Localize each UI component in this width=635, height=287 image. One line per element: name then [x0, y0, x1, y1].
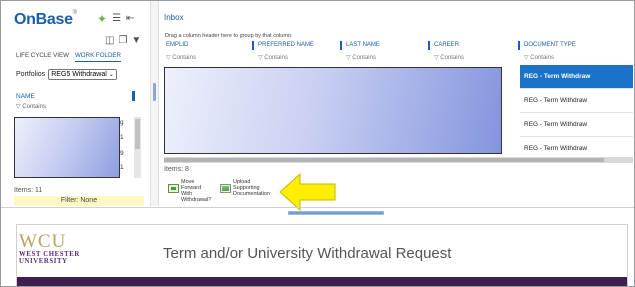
column-label: LAST NAME [346, 42, 380, 48]
onbase-logo: OnBase® [14, 9, 77, 28]
tab-work-folder[interactable]: WORK FOLDER [74, 52, 122, 62]
action-label: Move Forward With Withdrawal? [181, 179, 212, 203]
column-filter[interactable]: ▽ Contains [258, 54, 288, 61]
column-label: PREFERRED NAME [258, 42, 315, 48]
column-label: DOCUMENT TYPE [524, 42, 576, 48]
wcu-logo: WCU WEST CHESTER UNIVERSITY [19, 231, 85, 267]
name-column-header[interactable]: NAME [16, 93, 35, 100]
move-forward-button[interactable]: Move Forward With Withdrawal? [168, 179, 211, 203]
copy-icon[interactable]: ❐ [118, 36, 127, 46]
column-resize-handle[interactable] [132, 91, 135, 101]
inbox-title: Inbox [164, 13, 184, 22]
column-last-name[interactable]: LAST NAME ▽ Contains [340, 40, 428, 64]
tab-life-cycle-view[interactable]: LIFE CYCLE VIEW [16, 52, 69, 62]
form-title: Term and/or University Withdrawal Reques… [163, 245, 452, 262]
work-folder-list-placeholder[interactable] [14, 117, 120, 178]
filter-status: Filter: None [14, 196, 144, 206]
list-menu-icon[interactable]: ☰ [112, 14, 121, 24]
portfolios-label: Portfolios [16, 71, 46, 78]
new-sparkle-icon[interactable]: ✦ [97, 13, 107, 25]
loading-progress-bar [288, 211, 384, 215]
upload-image-icon [220, 184, 231, 193]
portfolio-select[interactable]: REG5 Withdrawal ⌄ [48, 69, 117, 80]
top-toolbar: ✦ ☰ ⇤ [97, 13, 134, 25]
column-label: CAREER [434, 42, 460, 48]
table-row[interactable]: REG - Term Withdraw [520, 65, 633, 89]
filter-icon[interactable]: ▼ [131, 36, 141, 46]
panel-splitter[interactable] [150, 1, 159, 206]
table-row[interactable]: REG - Term Withdraw [520, 113, 633, 137]
list-edge-text: g 1 9 1 [120, 117, 134, 178]
logo-line-2: UNIVERSITY [19, 258, 68, 265]
upload-supporting-documentation-button[interactable]: Upload Supporting Documentation [220, 179, 270, 197]
move-forward-icon [168, 184, 179, 193]
logo-wordmark: WCU [19, 231, 67, 252]
collapse-panel-icon[interactable]: ⇤ [126, 14, 134, 24]
column-label: EMPLID [166, 42, 189, 48]
table-row[interactable]: REG - Term Withdraw [520, 89, 633, 113]
items-count: Items: 11 [14, 187, 43, 194]
logo-line-1: WEST CHESTER [19, 251, 80, 258]
column-divider[interactable] [252, 41, 254, 50]
column-filter[interactable]: ▽ Contains [166, 54, 196, 61]
column-career[interactable]: CAREER ▽ Contains [428, 40, 518, 64]
column-preferred-name[interactable]: PREFERRED NAME ▽ Contains [252, 40, 340, 64]
document-viewer: WCU WEST CHESTER UNIVERSITY Term and/or … [16, 224, 628, 286]
view-toolbar: ◫ ❐ ▼ [105, 36, 141, 46]
splitter-grip[interactable] [153, 83, 156, 101]
columns-icon[interactable]: ◫ [105, 36, 114, 46]
list-edge-char: g [120, 119, 124, 126]
scrollbar-thumb[interactable] [135, 119, 140, 149]
list-edge-char: 1 [120, 164, 124, 171]
column-divider[interactable] [340, 41, 342, 50]
chevron-down-icon: ⌄ [108, 72, 114, 78]
view-tabs: LIFE CYCLE VIEW WORK FOLDER [16, 52, 122, 62]
pane-divider[interactable] [1, 207, 634, 208]
group-by-hint[interactable]: Drag a column header here to group by th… [165, 33, 293, 39]
document-type-column: REG - Term Withdraw REG - Term Withdraw … [520, 65, 633, 161]
list-edge-char: 9 [120, 150, 124, 157]
column-filter[interactable]: ▽ Contains [434, 54, 464, 61]
column-filter[interactable]: ▽ Contains [524, 54, 554, 61]
inbox-panel: Inbox Drag a column header here to group… [160, 1, 633, 212]
column-document-type[interactable]: DOCUMENT TYPE ▽ Contains [518, 40, 633, 64]
header-banner [17, 277, 627, 286]
progress-fill [289, 212, 383, 214]
horizontal-scrollbar[interactable] [164, 157, 633, 163]
name-column-filter[interactable]: ▽ Contains [16, 103, 46, 110]
column-divider[interactable] [518, 41, 520, 50]
scrollbar-thumb[interactable] [164, 158, 604, 162]
portfolios-row: Portfolios REG5 Withdrawal ⌄ [16, 69, 117, 80]
column-filter[interactable]: ▽ Contains [346, 54, 376, 61]
items-count: Items: 8 [164, 166, 189, 173]
column-divider[interactable] [428, 41, 430, 50]
inbox-rows-placeholder[interactable] [164, 67, 502, 154]
left-panel: OnBase® ✦ ☰ ⇤ ◫ ❐ ▼ LIFE CYCLE VIEW WORK… [1, 1, 149, 206]
action-label: Upload Supporting Documentation [233, 179, 270, 197]
list-edge-char: 1 [120, 134, 124, 141]
list-scrollbar[interactable] [134, 117, 141, 178]
column-emplid[interactable]: EMPLID ▽ Contains [164, 40, 252, 64]
portfolio-value: REG5 Withdrawal [51, 71, 107, 78]
